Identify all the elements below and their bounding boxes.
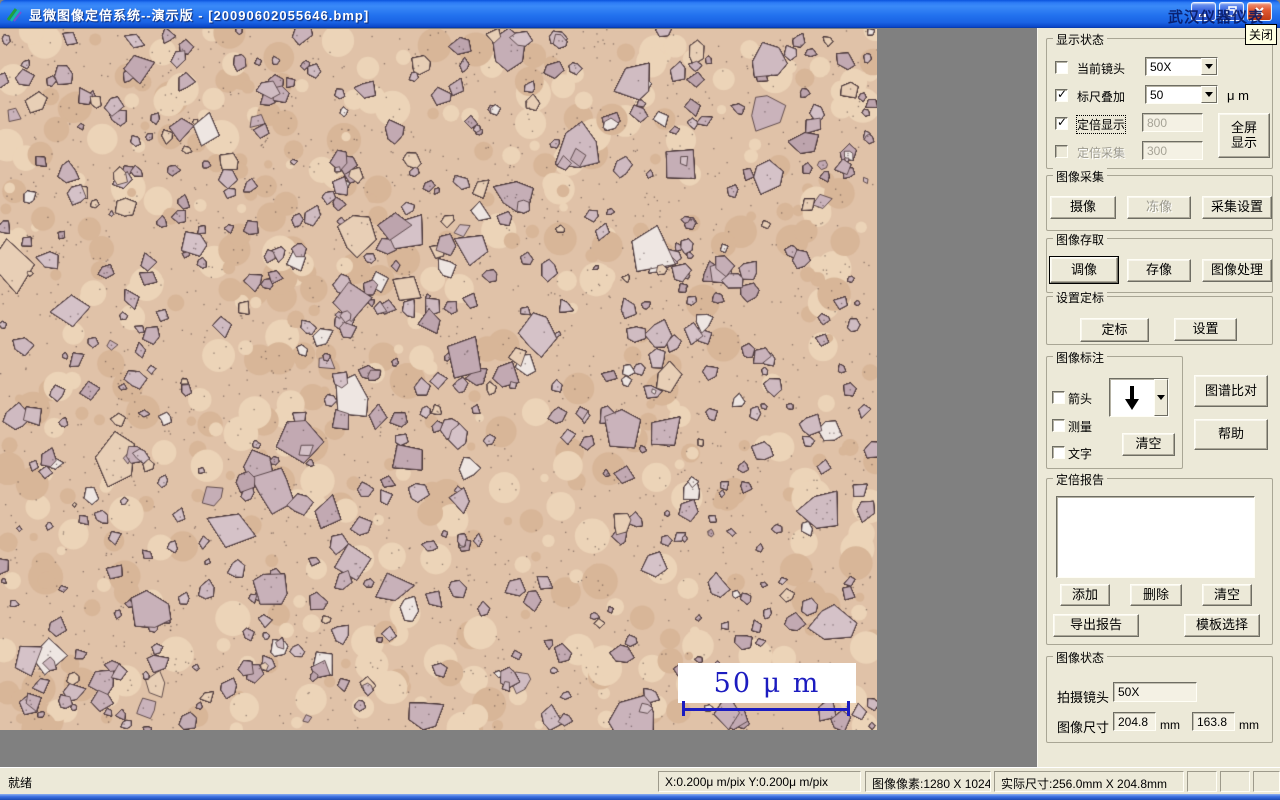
label-arrow: 箭头 — [1068, 392, 1093, 406]
arrow-style-preview — [1110, 379, 1154, 416]
close-tooltip: 关闭 — [1245, 24, 1278, 45]
label-ruler-unit: μ m — [1227, 88, 1249, 103]
group-calibration: 设置定标 定标 设置 — [1046, 289, 1273, 345]
report-clear-button[interactable]: 清空 — [1202, 584, 1252, 606]
label-image-size: 图像尺寸 — [1057, 720, 1110, 735]
combo-current-lens[interactable]: 50X — [1145, 57, 1218, 76]
image-process-button[interactable]: 图像处理 — [1202, 259, 1272, 282]
help-button[interactable]: 帮助 — [1194, 419, 1268, 450]
annotation-clear-button[interactable]: 清空 — [1122, 433, 1175, 456]
group-capture: 图像采集 摄像 冻像 采集设置 — [1046, 168, 1273, 231]
field-image-height: 163.8 — [1192, 712, 1235, 731]
chevron-down-icon — [1157, 395, 1165, 400]
group-title-image-status: 图像状态 — [1053, 649, 1108, 666]
scale-bar-box: 50 μ m — [678, 663, 856, 703]
checkbox-fixed-display[interactable] — [1055, 115, 1068, 130]
checkbox-measure[interactable] — [1052, 419, 1065, 432]
combo-current-lens-dropdown[interactable] — [1201, 58, 1217, 75]
checkbox-current-lens[interactable] — [1055, 61, 1068, 74]
status-image-pixels: 图像像素:1280 X 1024 — [865, 771, 991, 792]
window-title: 显微图像定倍系统--演示版 - [20090602055646.bmp] — [29, 7, 370, 23]
group-image-status: 图像状态 拍摄镜头 50X 图像尺寸 204.8 mm 163.8 mm — [1046, 649, 1273, 743]
app-icon — [6, 7, 22, 22]
group-storage: 图像存取 调像 存像 图像处理 — [1046, 231, 1273, 293]
report-template-button[interactable]: 模板选择 — [1184, 614, 1260, 637]
checkbox-text[interactable] — [1052, 446, 1065, 459]
group-title-storage: 图像存取 — [1053, 231, 1108, 248]
atlas-compare-button[interactable]: 图谱比对 — [1194, 375, 1268, 407]
report-export-button[interactable]: 导出报告 — [1053, 614, 1139, 637]
field-image-width: 204.8 — [1113, 712, 1156, 731]
group-annotation: 图像标注 箭头 测量 清空 文字 — [1046, 349, 1183, 469]
checkbox-ruler-overlay[interactable] — [1055, 87, 1068, 102]
status-panel-empty-1 — [1187, 771, 1217, 792]
down-arrow-icon — [1125, 385, 1139, 410]
save-image-button[interactable]: 存像 — [1127, 259, 1191, 282]
fullscreen-button[interactable]: 全屏 显示 — [1218, 113, 1270, 158]
label-text: 文字 — [1068, 447, 1093, 461]
status-actual-size: 实际尺寸:256.0mm X 204.8mm — [994, 771, 1184, 792]
group-title-report: 定倍报告 — [1053, 471, 1108, 488]
label-shoot-lens: 拍摄镜头 — [1057, 690, 1110, 705]
label-fixed-capture: 定倍采集 — [1077, 146, 1126, 160]
label-current-lens: 当前镜头 — [1077, 62, 1126, 76]
micrograph-image[interactable]: 50 μ m — [0, 29, 877, 730]
freeze-button: 冻像 — [1127, 196, 1191, 219]
settings-button[interactable]: 设置 — [1174, 318, 1237, 341]
arrow-style-combo[interactable] — [1109, 378, 1169, 417]
status-panel-empty-2 — [1220, 771, 1250, 792]
scale-bar-tick-left — [682, 701, 685, 716]
load-image-button[interactable]: 调像 — [1049, 256, 1119, 284]
window-bottom-border — [0, 794, 1280, 800]
scale-bar-tick-right — [847, 701, 850, 716]
group-title-capture: 图像采集 — [1053, 168, 1108, 185]
combo-ruler-value[interactable]: 50 — [1145, 85, 1218, 104]
chevron-down-icon — [1205, 64, 1213, 69]
label-measure: 测量 — [1068, 420, 1093, 434]
control-panel: 显示状态 当前镜头 50X 标尺叠加 50 μ m 定倍显示 800 定倍采集 … — [1037, 28, 1280, 767]
input-fixed-capture: 300 — [1142, 141, 1203, 160]
scale-bar-line — [682, 708, 850, 711]
report-delete-button[interactable]: 删除 — [1130, 584, 1182, 606]
group-title-annotation: 图像标注 — [1053, 349, 1108, 366]
chevron-down-icon — [1205, 92, 1213, 97]
status-ready: 就绪 — [8, 776, 33, 790]
group-title-calibration: 设置定标 — [1053, 289, 1108, 306]
label-height-unit: mm — [1239, 718, 1259, 732]
combo-ruler-value-text: 50 — [1150, 88, 1164, 102]
scale-bar-label: 50 μ m — [713, 667, 821, 699]
label-width-unit: mm — [1160, 718, 1180, 732]
report-listbox[interactable] — [1056, 496, 1255, 578]
group-report: 定倍报告 添加 删除 清空 导出报告 模板选择 — [1046, 471, 1273, 645]
field-shoot-lens: 50X — [1113, 682, 1197, 702]
status-pixel-scale: X:0.200μ m/pix Y:0.200μ m/pix — [658, 771, 861, 792]
calibrate-button[interactable]: 定标 — [1080, 318, 1149, 342]
micrograph-canvas — [0, 29, 877, 730]
combo-current-lens-value: 50X — [1150, 60, 1172, 74]
capture-settings-button[interactable]: 采集设置 — [1202, 196, 1272, 219]
input-fixed-display: 800 — [1142, 113, 1203, 132]
arrow-style-dropdown[interactable] — [1154, 379, 1168, 416]
status-panel-empty-3 — [1253, 771, 1280, 792]
label-fixed-display: 定倍显示 — [1075, 115, 1127, 134]
label-ruler-overlay: 标尺叠加 — [1077, 90, 1126, 104]
combo-ruler-dropdown[interactable] — [1201, 86, 1217, 103]
capture-button[interactable]: 摄像 — [1050, 196, 1116, 219]
title-bar: 显微图像定倍系统--演示版 - [20090602055646.bmp] — [0, 0, 1280, 28]
group-title-display-status: 显示状态 — [1053, 31, 1108, 48]
group-display-status: 显示状态 当前镜头 50X 标尺叠加 50 μ m 定倍显示 800 定倍采集 … — [1046, 31, 1273, 169]
checkbox-fixed-capture — [1055, 145, 1068, 158]
checkbox-arrow[interactable] — [1052, 391, 1065, 404]
report-add-button[interactable]: 添加 — [1060, 584, 1110, 606]
status-bar: 就绪 X:0.200μ m/pix Y:0.200μ m/pix 图像像素:12… — [0, 767, 1280, 794]
